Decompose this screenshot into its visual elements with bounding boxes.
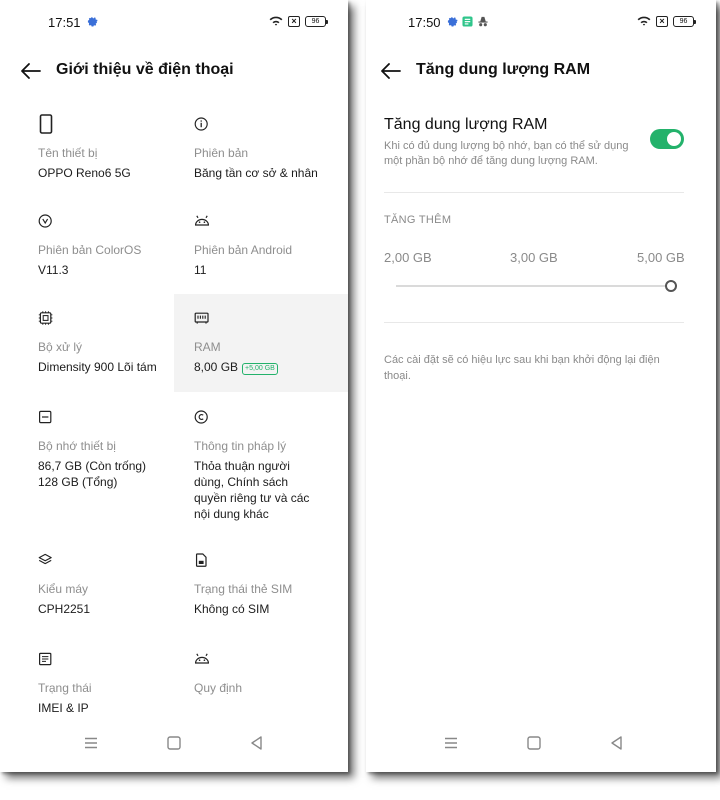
info-label: Bộ nhớ thiết bị xyxy=(38,439,116,453)
storage-icon xyxy=(39,410,52,424)
back-nav-icon[interactable] xyxy=(248,734,266,752)
navigation-bar xyxy=(366,722,716,772)
info-item-processor[interactable]: Bộ xử lý Dimensity 900 Lõi tám xyxy=(0,294,174,392)
battery-icon: 96 xyxy=(305,16,328,27)
status-time: 17:51 xyxy=(48,15,81,30)
slider-option-label[interactable]: 2,00 GB xyxy=(384,250,432,265)
info-item-device-name[interactable]: Tên thiết bị OPPO Reno6 5G xyxy=(0,100,174,196)
info-label: Bộ xử lý xyxy=(38,340,83,354)
navigation-bar xyxy=(0,722,348,772)
info-item-regulatory[interactable]: Quy định xyxy=(174,635,348,731)
no-sim-icon: × xyxy=(288,16,300,27)
ram-expansion-toggle[interactable] xyxy=(650,129,684,149)
ram-expansion-setting[interactable]: Tăng dung lượng RAM Khi có đủ dung lượng… xyxy=(384,116,686,176)
back-nav-icon[interactable] xyxy=(608,734,626,752)
battery-icon: 96 xyxy=(673,16,696,27)
info-item-legal[interactable]: Thông tin pháp lý Thỏa thuận người dùng,… xyxy=(174,393,348,535)
no-sim-icon: × xyxy=(656,16,668,27)
ram-icon xyxy=(194,312,209,324)
ram-expansion-screen: 17:50 × 96 Tăng dung lượng RAM Tăng dung… xyxy=(366,0,716,772)
section-header: TĂNG THÊM xyxy=(384,214,452,226)
app-notification-icon xyxy=(462,16,473,27)
info-value: Dimensity 900 Lõi tám xyxy=(38,360,157,374)
ram-size-slider-track[interactable] xyxy=(396,285,666,287)
setting-description: Khi có đủ dung lượng bộ nhớ, bạn có thể … xyxy=(384,140,629,167)
info-value: OPPO Reno6 5G xyxy=(38,166,131,180)
info-label: Phiên bản ColorOS xyxy=(38,243,142,257)
info-label: RAM xyxy=(194,340,221,354)
info-item-storage[interactable]: Bộ nhớ thiết bị 86,7 GB (Còn trống) 128 G… xyxy=(0,393,174,535)
coloros-icon xyxy=(38,214,52,228)
incognito-icon xyxy=(478,16,488,27)
info-value: V11.3 xyxy=(38,263,69,277)
info-value: Không có SIM xyxy=(194,602,270,616)
status-bar: 17:51 × 96 xyxy=(0,14,348,32)
home-icon[interactable] xyxy=(165,734,183,752)
divider xyxy=(384,192,684,193)
storage-free: 86,7 GB (Còn trống) xyxy=(38,459,147,473)
info-value: CPH2251 xyxy=(38,602,91,616)
settings-gear-icon xyxy=(447,17,458,27)
info-value: Băng tần cơ sở & nhân xyxy=(194,166,318,180)
info-value: 8,00 GB +5,00 GB xyxy=(194,359,324,375)
ram-size-slider-thumb[interactable] xyxy=(665,280,677,292)
info-item-coloros-version[interactable]: Phiên bản ColorOS V11.3 xyxy=(0,197,174,293)
info-item-android-version[interactable]: Phiên bản Android 11 xyxy=(174,197,348,293)
info-label: Trạng thái thẻ SIM xyxy=(194,582,293,596)
sim-icon xyxy=(195,553,207,567)
toggle-knob xyxy=(667,132,681,146)
info-item-model[interactable]: Kiểu máy CPH2251 xyxy=(0,536,174,634)
back-arrow-icon[interactable] xyxy=(20,62,42,80)
info-label: Phiên bản xyxy=(194,146,249,160)
status-time: 17:50 xyxy=(408,15,441,30)
info-label: Phiên bản Android xyxy=(194,243,293,257)
ram-boost-badge: +5,00 GB xyxy=(242,363,278,375)
setting-title: Tăng dung lượng RAM xyxy=(384,116,548,133)
restart-note: Các cài đặt sẽ có hiệu lực sau khi bạn k… xyxy=(384,354,660,382)
page-title: Giới thiệu về điện thoại xyxy=(56,61,234,78)
info-label: Tên thiết bị xyxy=(38,146,98,160)
info-value: 86,7 GB (Còn trống) 128 GB (Tổng) xyxy=(38,458,168,490)
info-item-status[interactable]: Trạng thái IMEI & IP xyxy=(0,635,174,731)
menu-icon[interactable] xyxy=(82,734,100,752)
page-title: Tăng dung lượng RAM xyxy=(416,61,591,78)
ram-value: 8,00 GB xyxy=(194,360,239,374)
divider xyxy=(384,322,684,323)
slider-option-label[interactable]: 3,00 GB xyxy=(510,250,558,265)
app-bar: Giới thiệu về điện thoại xyxy=(0,54,348,88)
app-bar: Tăng dung lượng RAM xyxy=(366,54,716,88)
info-value: 11 xyxy=(194,263,207,277)
home-icon[interactable] xyxy=(525,734,543,752)
info-value: IMEI & IP xyxy=(38,701,89,715)
wifi-icon xyxy=(637,16,651,26)
info-icon xyxy=(194,117,208,131)
phone-icon xyxy=(39,114,53,134)
cpu-icon xyxy=(38,311,53,325)
info-item-sim-status[interactable]: Trạng thái thẻ SIM Không có SIM xyxy=(174,536,348,634)
copyright-icon xyxy=(194,410,208,424)
info-label: Kiểu máy xyxy=(38,582,89,596)
status-bar: 17:50 × 96 xyxy=(366,14,716,32)
layers-icon xyxy=(38,553,52,565)
document-icon xyxy=(39,652,52,666)
slider-option-label[interactable]: 5,00 GB xyxy=(637,250,685,265)
storage-total: 128 GB (Tổng) xyxy=(38,475,118,489)
menu-icon[interactable] xyxy=(442,734,460,752)
info-label: Thông tin pháp lý xyxy=(194,439,287,453)
info-label: Quy định xyxy=(194,681,243,695)
back-arrow-icon[interactable] xyxy=(380,62,402,80)
settings-gear-icon xyxy=(87,17,98,27)
info-item-ram[interactable]: RAM 8,00 GB +5,00 GB xyxy=(174,294,348,392)
about-phone-screen: 17:51 × 96 Giới thiệu về điện thoại Tên … xyxy=(0,0,348,772)
android-icon xyxy=(194,653,210,664)
wifi-icon xyxy=(269,16,283,26)
android-icon xyxy=(194,215,210,226)
info-item-version[interactable]: Phiên bản Băng tần cơ sở & nhân xyxy=(174,100,348,196)
info-value: Thỏa thuận người dùng, Chính sách quyền … xyxy=(194,459,310,521)
info-label: Trạng thái xyxy=(38,681,92,695)
